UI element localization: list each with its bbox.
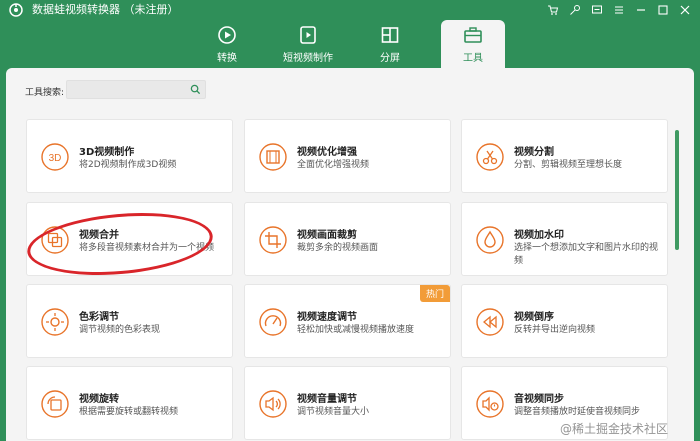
tool-card-volume[interactable]: 视频音量调节 调节视频音量大小 [244, 366, 451, 440]
app-title: 数据蛙视频转换器 （未注册） [32, 3, 179, 16]
tool-title: 色彩调节 [79, 312, 119, 323]
feedback-icon[interactable] [588, 2, 606, 18]
tool-card-reverse[interactable]: 视频倒序 反转并导出逆向视频 [461, 284, 668, 358]
tool-title: 视频优化增强 [297, 147, 357, 158]
window-controls [544, 2, 694, 18]
split-screen-icon [381, 27, 399, 43]
tool-desc: 裁剪多余的视频画面 [297, 243, 379, 253]
app-logo-icon [9, 3, 23, 17]
tool-desc: 将2D视频制作成3D视频 [79, 160, 177, 170]
tool-title: 视频倒序 [514, 312, 554, 323]
scissors-icon [476, 143, 504, 171]
search-icon[interactable] [190, 84, 201, 95]
tool-title: 视频分割 [514, 147, 554, 158]
tab-tools[interactable]: 工具 [441, 20, 505, 68]
speed-gauge-icon [259, 308, 287, 336]
tool-title: 音视频同步 [514, 394, 564, 405]
3d-icon: 3D [41, 143, 69, 171]
tool-card-split[interactable]: 视频分割 分割、剪辑视频至理想长度 [461, 119, 668, 193]
scrollbar[interactable] [675, 130, 679, 250]
convert-icon [218, 26, 236, 44]
video-enhance-icon [259, 143, 287, 171]
hot-badge: 热门 [419, 285, 450, 302]
tool-desc: 轻松加快或减慢视频播放速度 [297, 325, 415, 335]
tool-card-watermark[interactable]: 视频加水印 选择一个想添加文字和图片水印的视频 [461, 202, 668, 276]
tab-convert[interactable]: 转换 [189, 20, 265, 68]
svg-text:3D: 3D [49, 153, 62, 164]
tab-short-video[interactable]: 短视频制作 [270, 20, 346, 68]
tool-desc: 全面优化增强视频 [297, 160, 370, 170]
tab-label: 转换 [217, 53, 237, 64]
tab-label: 工具 [463, 53, 483, 64]
tool-card-crop[interactable]: 视频画面裁剪 裁剪多余的视频画面 [244, 202, 451, 276]
tab-label: 分屏 [380, 53, 400, 64]
tool-title: 视频加水印 [514, 230, 564, 241]
watermark-text: @稀土掘金技术社区 [560, 422, 669, 436]
color-adjust-icon [41, 308, 69, 336]
tool-title: 视频音量调节 [297, 394, 357, 405]
search-field[interactable] [66, 80, 206, 99]
close-icon[interactable] [676, 2, 694, 18]
tool-desc: 根据需要旋转或翻转视频 [79, 407, 179, 417]
crop-icon [259, 226, 287, 254]
volume-icon [259, 390, 287, 418]
tool-card-color[interactable]: 色彩调节 调节视频的色彩表现 [26, 284, 233, 358]
rotate-icon [41, 390, 69, 418]
watermark-drop-icon [476, 226, 504, 254]
minimize-icon[interactable] [632, 2, 650, 18]
tool-desc: 反转并导出逆向视频 [514, 325, 596, 335]
menu-icon[interactable] [610, 2, 628, 18]
tool-title: 3D视频制作 [79, 147, 135, 158]
tool-card-speed[interactable]: 视频速度调节 轻松加快或减慢视频播放速度 热门 [244, 284, 451, 358]
main-tab-bar: 转换 短视频制作 分屏 工具 [0, 20, 700, 68]
toolbox-icon [464, 27, 482, 43]
av-sync-icon [476, 390, 504, 418]
tab-split-screen[interactable]: 分屏 [352, 20, 428, 68]
tool-title: 视频画面裁剪 [297, 230, 357, 241]
key-icon[interactable] [566, 2, 584, 18]
tool-card-rotate[interactable]: 视频旋转 根据需要旋转或翻转视频 [26, 366, 233, 440]
cart-icon[interactable] [544, 2, 562, 18]
tool-card-3d[interactable]: 3D 3D视频制作 将2D视频制作成3D视频 [26, 119, 233, 193]
tool-card-enhance[interactable]: 视频优化增强 全面优化增强视频 [244, 119, 451, 193]
tool-title: 视频速度调节 [297, 312, 357, 323]
short-video-icon [300, 26, 316, 44]
search-label: 工具搜索: [25, 88, 65, 98]
tool-desc: 分割、剪辑视频至理想长度 [514, 160, 623, 170]
tool-desc: 调节视频音量大小 [297, 407, 370, 417]
tool-desc: 调整音频播放时延使音视频同步 [514, 407, 641, 417]
tool-title: 视频旋转 [79, 394, 119, 405]
rewind-icon [476, 308, 504, 336]
tool-desc: 调节视频的色彩表现 [79, 325, 161, 335]
search-input[interactable] [70, 82, 185, 97]
tool-desc: 选择一个想添加文字和图片水印的视频 [514, 243, 659, 266]
tab-label: 短视频制作 [283, 53, 333, 64]
title-bar: 数据蛙视频转换器 （未注册） [0, 0, 700, 20]
maximize-icon[interactable] [654, 2, 672, 18]
